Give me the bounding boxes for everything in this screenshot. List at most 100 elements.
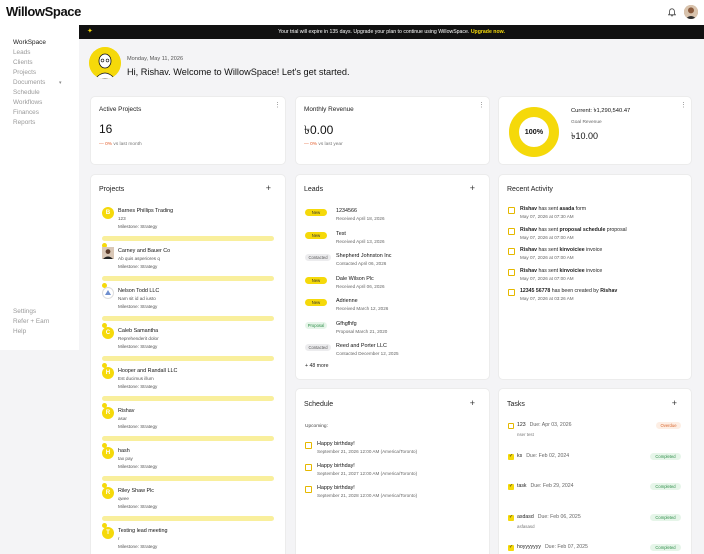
project-milestone: Milestone: Strategy <box>118 424 158 429</box>
chevron-down-icon[interactable]: ▾ <box>59 80 62 86</box>
add-task-icon[interactable]: + <box>672 398 677 408</box>
sidebar-item-reports[interactable]: Reports <box>13 119 35 126</box>
lead-name[interactable]: Adrienne <box>336 298 358 304</box>
calendar-icon <box>305 486 312 493</box>
project-progress-bar <box>102 316 274 321</box>
lead-status-badge: Contacted <box>305 344 331 351</box>
user-avatar[interactable] <box>684 5 698 19</box>
bell-icon[interactable] <box>668 8 676 17</box>
lead-name[interactable]: Shepherd Johnston Inc <box>336 253 391 259</box>
activity-time: May 07, 2026 at 07:00 AM <box>520 275 574 281</box>
event-title[interactable]: Happy birthday! <box>317 485 355 491</box>
sidebar-item-leads[interactable]: Leads <box>13 49 30 56</box>
more-options-icon[interactable]: ⋮ <box>478 102 485 109</box>
project-name[interactable]: hash <box>118 448 130 454</box>
task-status-badge: Completed <box>650 452 681 460</box>
lead-name[interactable]: Dale Wilson Plc <box>336 276 374 282</box>
project-name[interactable]: Testing lead meeting <box>118 528 167 534</box>
sidebar-item-workflows[interactable]: Workflows <box>13 99 42 106</box>
sidebar-item-refer-earn[interactable]: Refer + Earn <box>13 318 49 325</box>
project-name[interactable]: Riley Shaw Plc <box>118 488 154 494</box>
lead-status-badge: New <box>305 209 327 216</box>
sidebar-item-help[interactable]: Help <box>13 328 26 335</box>
tasks-card: Tasks + <box>498 388 692 554</box>
project-name[interactable]: Caleb Samantha <box>118 328 158 334</box>
project-milestone: Milestone: Strategy <box>118 384 158 389</box>
project-avatar: R <box>102 487 114 499</box>
sidebar-item-clients[interactable]: Clients <box>13 59 33 66</box>
project-name[interactable]: Barnes Phillips Trading <box>118 208 173 214</box>
event-title[interactable]: Happy birthday! <box>317 463 355 469</box>
sidebar-item-settings[interactable]: Settings <box>13 308 36 315</box>
task-checkbox[interactable] <box>508 423 514 429</box>
task-status-badge: Completed <box>650 513 681 521</box>
lead-name[interactable]: 1234566 <box>336 208 357 214</box>
activity-text[interactable]: Rishav has sent kinvoiciee invoice <box>520 247 602 253</box>
project-progress-bar <box>102 476 274 481</box>
event-time: September 21, 2026 12:00 AM (America/Tor… <box>317 449 418 454</box>
app-logo[interactable]: WillowSpace <box>6 4 81 19</box>
lead-name[interactable]: Gfhgfhfg <box>336 321 357 327</box>
project-avatar: H <box>102 447 114 459</box>
activity-text[interactable]: Rishav has sent kinvoiciee invoice <box>520 268 602 274</box>
project-avatar: C <box>102 327 114 339</box>
task-name[interactable]: 123 Due: Apr 03, 2026 <box>517 422 571 428</box>
document-icon <box>508 227 515 235</box>
project-name[interactable]: Hooper and Randall LLC <box>118 368 177 374</box>
project-avatar: H <box>102 367 114 379</box>
project-avatar: T <box>102 527 114 539</box>
sidebar-item-schedule[interactable]: Schedule <box>13 89 40 96</box>
project-name[interactable]: Rishav <box>118 408 134 414</box>
sidebar-item-projects[interactable]: Projects <box>13 69 36 76</box>
more-leads-link[interactable]: + 48 more <box>305 363 329 369</box>
activity-text[interactable]: Rishav has sent asada form <box>520 206 586 212</box>
lead-date: Received April 06, 2026 <box>336 283 385 289</box>
project-progress-bar <box>102 276 274 281</box>
more-options-icon[interactable]: ⋮ <box>680 102 687 109</box>
project-description: qwee <box>118 496 129 501</box>
top-bar: WillowSpace <box>0 0 704 25</box>
sparkle-icon: ✦ <box>87 28 93 35</box>
project-milestone: Milestone: Strategy <box>118 544 158 549</box>
activity-title: Recent Activity <box>507 186 553 193</box>
task-checkbox[interactable] <box>508 514 514 521</box>
lead-name[interactable]: Test <box>336 231 346 237</box>
more-options-icon[interactable]: ⋮ <box>274 102 281 109</box>
card-title: Active Projects <box>99 106 142 113</box>
welcome-greeting: Hi, Rishav. Welcome to WillowSpace! Let'… <box>127 67 350 77</box>
project-name[interactable]: Carney and Bauer Co <box>118 248 170 254</box>
trial-banner-text: Your trial will expire in 135 days. Upgr… <box>278 29 470 35</box>
project-description: tax pay <box>118 456 133 461</box>
leads-title: Leads <box>304 186 324 193</box>
project-milestone: Milestone: Strategy <box>118 464 158 469</box>
current-date: Monday, May 11, 2026 <box>127 56 184 62</box>
project-name[interactable]: Nelson Todd LLC <box>118 288 159 294</box>
task-checkbox[interactable] <box>508 483 514 490</box>
active-projects-delta: — 0% vs last month <box>99 142 142 147</box>
task-name[interactable]: asdasd Due: Feb 06, 2025 <box>517 514 581 520</box>
lead-name[interactable]: Reed and Porter LLC <box>336 343 387 349</box>
lead-status-badge: Contacted <box>305 254 331 261</box>
sidebar-item-workspace[interactable]: WorkSpace <box>13 39 46 46</box>
upgrade-link[interactable]: Upgrade now. <box>471 29 505 35</box>
lead-date: Received March 12, 2026 <box>336 306 389 311</box>
task-name[interactable]: hoyyyyyyy Due: Feb 07, 2025 <box>517 544 588 550</box>
task-checkbox[interactable] <box>508 544 514 551</box>
task-checkbox[interactable] <box>508 453 514 460</box>
task-status-badge: Completed <box>650 544 681 551</box>
activity-text[interactable]: Rishav has sent proposal schedule propos… <box>520 227 627 233</box>
sidebar-item-finances[interactable]: Finances <box>13 109 39 116</box>
add-event-icon[interactable]: + <box>470 398 475 408</box>
task-name[interactable]: ks Due: Feb 02, 2024 <box>517 453 569 459</box>
lead-date: Contacted April 06, 2026 <box>336 261 387 266</box>
project-description: 123 <box>118 216 126 221</box>
project-progress-bar <box>102 436 274 441</box>
sidebar-item-documents[interactable]: Documents <box>13 79 45 86</box>
activity-text[interactable]: 12345 56778 has been created by Rishav <box>520 288 617 294</box>
add-lead-icon[interactable]: + <box>470 183 475 193</box>
monthly-revenue-value: ৳0.00 <box>304 123 334 137</box>
event-title[interactable]: Happy birthday! <box>317 441 355 447</box>
task-name[interactable]: task Due: Feb 29, 2024 <box>517 483 574 489</box>
add-project-icon[interactable]: + <box>266 183 271 193</box>
event-time: September 21, 2028 12:00 AM (America/Tor… <box>317 493 418 498</box>
